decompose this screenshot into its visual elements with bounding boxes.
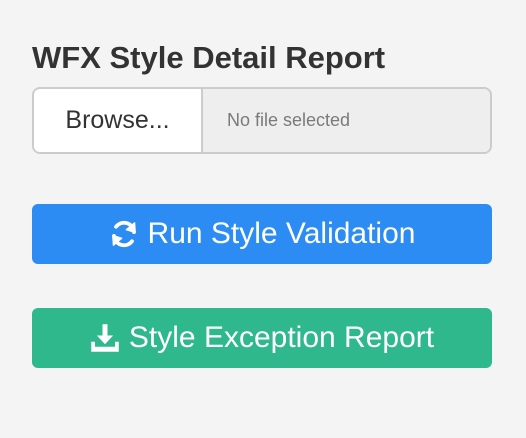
report-panel: WFX Style Detail Report Browse... No fil…	[32, 36, 492, 368]
file-status-text: No file selected	[203, 89, 490, 152]
style-exception-report-label: Style Exception Report	[128, 321, 435, 354]
run-style-validation-label: Run Style Validation	[147, 217, 416, 250]
run-style-validation-button[interactable]: Run Style Validation	[32, 204, 492, 264]
refresh-icon	[109, 219, 139, 249]
browse-button[interactable]: Browse...	[34, 89, 203, 152]
download-icon	[90, 323, 120, 353]
file-upload-input[interactable]: Browse... No file selected	[32, 87, 492, 154]
page-title: WFX Style Detail Report	[32, 40, 386, 75]
style-exception-report-button[interactable]: Style Exception Report	[32, 308, 492, 368]
